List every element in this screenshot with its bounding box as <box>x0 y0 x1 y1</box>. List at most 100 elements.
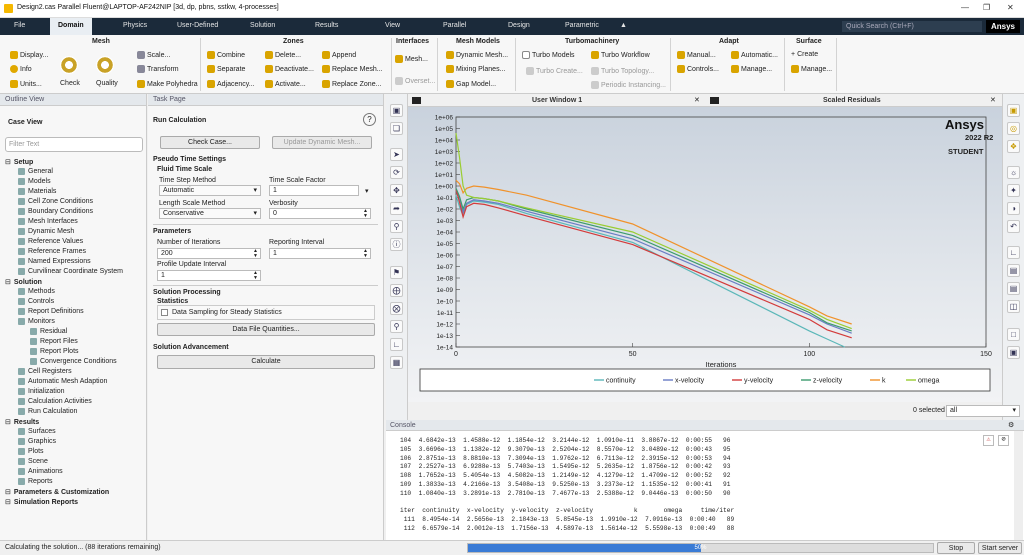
stop-button[interactable]: Stop <box>937 542 975 554</box>
axes-icon[interactable]: ∟ <box>390 338 403 351</box>
tree-item[interactable]: Named Expressions <box>18 258 91 265</box>
data-sampling-checkbox[interactable] <box>161 309 168 316</box>
periodic-instancing-button[interactable]: Periodic Instancing... <box>591 81 666 89</box>
console-output[interactable]: ⚠ ⊘ 104 4.6842e-13 1.4588e-12 1.1854e-12… <box>386 431 1024 540</box>
transform-button[interactable]: Transform <box>137 65 179 73</box>
tree-item[interactable]: Models <box>18 178 51 185</box>
turbo-workflow-button[interactable]: Turbo Workflow <box>591 51 650 59</box>
report-icon[interactable]: ▤ <box>1007 282 1020 295</box>
zoom-fit-icon[interactable]: ⚲ <box>390 320 403 333</box>
turbo-create-button[interactable]: Turbo Create... <box>526 67 583 75</box>
close-tab-icon[interactable]: ✕ <box>694 96 700 104</box>
quick-search-input[interactable]: Quick Search (Ctrl+F) <box>842 21 982 32</box>
maximize-button[interactable]: ❐ <box>983 3 990 12</box>
tree-item[interactable]: ⊟ Parameters & Customization <box>5 488 109 497</box>
close-tab-icon[interactable]: ✕ <box>990 96 996 104</box>
help-icon[interactable]: ? <box>363 113 376 126</box>
mesh-display-icon[interactable]: ▣ <box>1007 104 1020 117</box>
tree-item[interactable]: Dynamic Mesh <box>18 228 74 235</box>
view-icon[interactable]: ❏ <box>390 122 403 135</box>
tree-item[interactable]: Boundary Conditions <box>18 208 93 215</box>
layout-icon[interactable]: ◫ <box>1007 300 1020 313</box>
close-button[interactable]: ✕ <box>1007 3 1014 12</box>
tree-item[interactable]: Graphics <box>18 438 56 445</box>
surface-create-button[interactable]: + Create <box>791 51 818 58</box>
tree-item[interactable]: Curvilinear Coordinate System <box>18 268 123 275</box>
expand-icon[interactable]: ⊟ <box>5 488 11 496</box>
reporting-interval-input[interactable]: 1 ▲ ▼ <box>269 248 371 259</box>
fit-window-icon[interactable]: ▣ <box>390 104 403 117</box>
zoom-box-icon[interactable]: ⚲ <box>390 220 403 233</box>
tab-solution[interactable]: Solution <box>250 22 275 29</box>
expand-icon[interactable]: ⊟ <box>5 498 11 506</box>
residuals-chart[interactable]: 1e+06 1e+05 1e+04 1e+03 1e+02 1e+01 1e+00 1e-01… <box>408 107 1002 402</box>
graphics-window[interactable]: 1e+06 1e+05 1e+04 1e+03 1e+02 1e+01 1e+00 1e-01… <box>408 107 1002 402</box>
contours-icon[interactable]: ◎ <box>1007 122 1020 135</box>
tree-item[interactable]: Animations <box>18 468 63 475</box>
units-button[interactable]: Units... <box>10 80 42 88</box>
tree-item[interactable]: ⊟ Solution <box>5 278 42 287</box>
profile-update-input[interactable]: 1 ▲ ▼ <box>157 270 261 281</box>
adjacency-button[interactable]: Adjacency... <box>207 80 255 88</box>
spinner-icon[interactable]: ▲ ▼ <box>253 249 258 259</box>
spinner-icon[interactable]: ▲ ▼ <box>363 209 368 219</box>
expand-icon[interactable]: ⊟ <box>5 278 11 286</box>
tree-item[interactable]: ⊟ Simulation Reports <box>5 498 78 507</box>
verbosity-input[interactable]: 0 ▲ ▼ <box>269 208 371 219</box>
combine-button[interactable]: Combine <box>207 51 245 59</box>
adapt-manage-button[interactable]: Manage... <box>731 65 772 73</box>
adapt-manual-button[interactable]: Manual... <box>677 51 716 59</box>
update-dynamic-mesh-button[interactable]: Update Dynamic Mesh... <box>272 136 372 149</box>
data-file-quantities-button[interactable]: Data File Quantities... <box>157 323 375 336</box>
time-scale-factor-input[interactable]: 1 <box>269 185 359 196</box>
rotate-icon[interactable]: ⟳ <box>390 166 403 179</box>
undo-icon[interactable]: ↶ <box>1007 220 1020 233</box>
pan-icon[interactable]: ✥ <box>390 184 403 197</box>
clear-console-icon[interactable]: ⊘ <box>998 435 1009 446</box>
tab-file[interactable]: File <box>14 22 25 29</box>
info-button[interactable]: Info <box>10 65 32 73</box>
tree-item[interactable]: Controls <box>18 298 54 305</box>
quality-button[interactable]: Quality <box>96 80 118 87</box>
make-polyhedra-button[interactable]: Make Polyhedra <box>137 80 198 88</box>
adapt-controls-button[interactable]: Controls... <box>677 65 719 73</box>
selection-filter-select[interactable]: all ▾ <box>946 405 1020 417</box>
tree-item[interactable]: ⊟ Results <box>5 418 39 427</box>
surface-manage-button[interactable]: Manage... <box>791 65 832 73</box>
tree-item[interactable]: Report Definitions <box>18 308 84 315</box>
replace-zone-button[interactable]: Replace Zone... <box>322 80 381 88</box>
tab-domain[interactable]: Domain <box>50 18 92 35</box>
zoom-out-icon[interactable]: ⨂ <box>390 302 403 315</box>
delete-button[interactable]: Delete... <box>265 51 301 59</box>
tree-item[interactable]: Calculation Activities <box>18 398 92 405</box>
toggle-icon[interactable]: ▣ <box>1007 346 1020 359</box>
flag-icon[interactable]: ⚑ <box>390 266 403 279</box>
tree-item[interactable]: Report Files <box>30 338 78 345</box>
tree-item[interactable]: General <box>18 168 53 175</box>
outline-filter-input[interactable]: Filter Text <box>5 137 143 152</box>
tree-item[interactable]: Automatic Mesh Adaption <box>18 378 107 385</box>
time-scale-factor-dropdown-icon[interactable]: ▾ <box>365 187 369 195</box>
histogram-icon[interactable]: ▤ <box>1007 264 1020 277</box>
adapt-automatic-button[interactable]: Automatic... <box>731 51 778 59</box>
warning-icon[interactable]: ⚠ <box>983 435 994 446</box>
tab-scaled-residuals[interactable]: Scaled Residuals <box>823 97 881 104</box>
separate-button[interactable]: Separate <box>207 65 245 73</box>
length-scale-method-select[interactable]: Conservative ▾ <box>159 208 261 219</box>
tree-item[interactable]: Monitors <box>18 318 55 325</box>
tab-parametric[interactable]: Parametric <box>565 22 599 29</box>
tab-results[interactable]: Results <box>315 22 338 29</box>
spinner-icon[interactable]: ▲ ▼ <box>363 249 368 259</box>
transparency-icon[interactable]: ◑ <box>1007 202 1020 215</box>
tree-item[interactable]: Plots <box>18 448 44 455</box>
append-button[interactable]: Append <box>322 51 356 59</box>
minimize-button[interactable]: — <box>961 3 969 12</box>
mixing-planes-button[interactable]: Mixing Planes... <box>446 65 505 73</box>
tab-user-defined[interactable]: User-Defined <box>177 22 218 29</box>
check-case-button[interactable]: Check Case... <box>160 136 260 149</box>
turbo-models-button[interactable]: Turbo Models <box>522 51 575 59</box>
tab-user-window-1[interactable]: User Window 1 <box>532 97 582 104</box>
iterations-input[interactable]: 200 ▲ ▼ <box>157 248 261 259</box>
tree-item[interactable]: Surfaces <box>18 428 56 435</box>
console-settings-icon[interactable]: ⚙ <box>1008 421 1014 429</box>
